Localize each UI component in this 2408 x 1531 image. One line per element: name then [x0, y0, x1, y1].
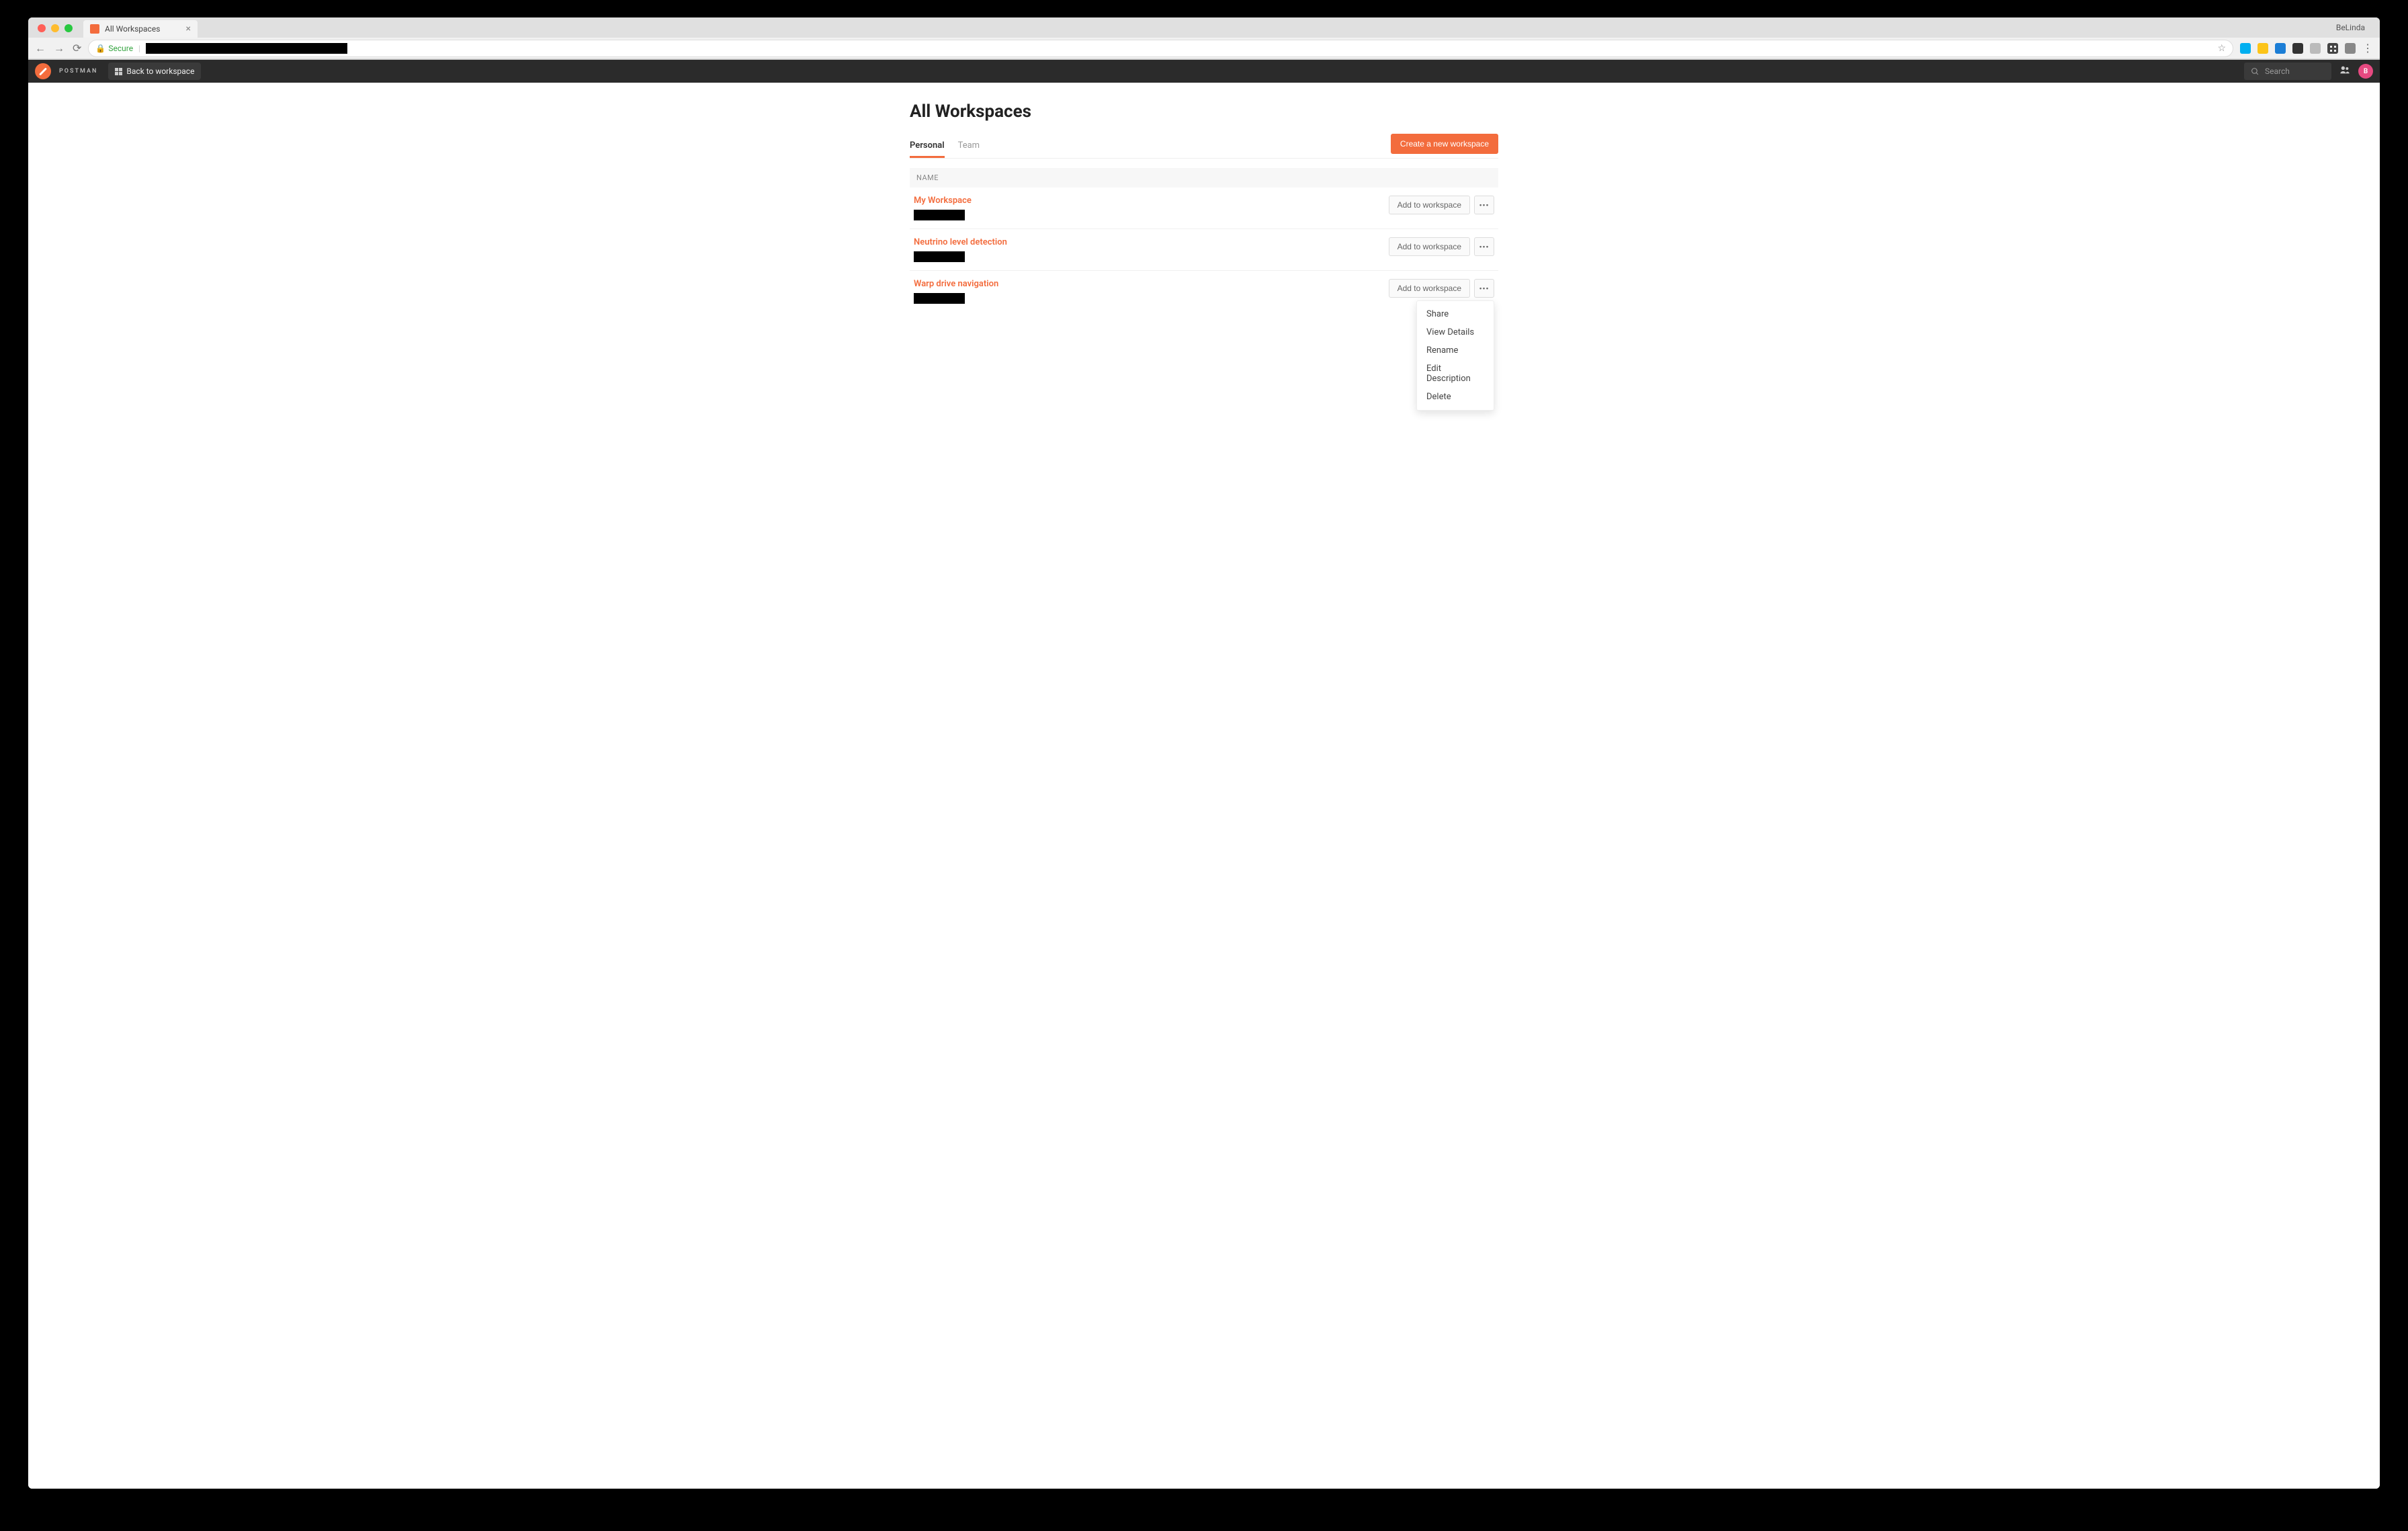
- row-actions: Add to workspace •••: [1389, 279, 1494, 298]
- page-title: All Workspaces: [910, 101, 1498, 122]
- redacted-text: [914, 293, 965, 304]
- search-placeholder: Search: [2265, 67, 2290, 76]
- yellow-extension-icon[interactable]: [2258, 43, 2268, 54]
- ellipsis-icon: •••: [1479, 201, 1490, 210]
- window-controls: [34, 19, 79, 36]
- bookmark-star-icon[interactable]: ☆: [2217, 43, 2226, 54]
- maximize-window-button[interactable]: [64, 24, 73, 32]
- add-to-workspace-button[interactable]: Add to workspace: [1389, 279, 1470, 298]
- workspace-name-link[interactable]: My Workspace: [914, 196, 1389, 206]
- workspace-info: Neutrino level detection: [914, 237, 1389, 262]
- ellipsis-icon: •••: [1479, 284, 1490, 293]
- redacted-text: [914, 251, 965, 262]
- ellipsis-icon: •••: [1479, 243, 1490, 251]
- lock-icon: 🔒: [95, 44, 105, 53]
- back-to-workspace-label: Back to workspace: [126, 67, 194, 76]
- dropdown-item-edit-description[interactable]: Edit Description: [1417, 360, 1494, 388]
- add-to-workspace-button[interactable]: Add to workspace: [1389, 196, 1470, 214]
- tab-strip: All Workspaces × BeLinda: [28, 17, 2380, 38]
- nav-buttons: ← → ⟳: [35, 42, 81, 55]
- search-icon: [2251, 67, 2260, 76]
- skype-extension-icon[interactable]: [2240, 43, 2251, 54]
- workspace-info: Warp drive navigation: [914, 279, 1389, 304]
- content-area: All Workspaces Personal Team Create a ne…: [28, 83, 2380, 1489]
- browser-tab[interactable]: All Workspaces ×: [83, 20, 198, 38]
- postman-logo-icon[interactable]: [35, 63, 51, 79]
- more-actions-button[interactable]: •••: [1474, 237, 1494, 256]
- extension-icons: ⋮: [2240, 42, 2373, 54]
- dropdown-item-view-details[interactable]: View Details: [1417, 323, 1494, 341]
- dropdown-item-share[interactable]: Share: [1417, 305, 1494, 323]
- row-actions: Add to workspace •••: [1389, 237, 1494, 256]
- close-window-button[interactable]: [38, 24, 46, 32]
- url-redacted: [146, 43, 347, 54]
- secure-indicator: 🔒 Secure: [95, 44, 133, 53]
- grid-icon: [115, 68, 122, 75]
- workspace-row: Neutrino level detection Add to workspac…: [910, 229, 1498, 271]
- workspace-name-link[interactable]: Warp drive navigation: [914, 279, 1389, 289]
- tabs: Personal Team: [910, 135, 980, 157]
- brand-text: POSTMAN: [59, 68, 97, 75]
- browser-menu-icon[interactable]: ⋮: [2362, 42, 2373, 54]
- create-workspace-button[interactable]: Create a new workspace: [1391, 134, 1498, 154]
- close-tab-button[interactable]: ×: [186, 24, 191, 34]
- tab-personal[interactable]: Personal: [910, 135, 945, 158]
- secure-label: Secure: [108, 44, 133, 53]
- tab-team[interactable]: Team: [958, 135, 980, 157]
- header-right: Search B: [2244, 63, 2373, 80]
- browser-tab-title: All Workspaces: [105, 24, 160, 34]
- back-to-workspace-button[interactable]: Back to workspace: [108, 63, 201, 80]
- row-actions: Add to workspace •••: [1389, 196, 1494, 214]
- address-bar[interactable]: 🔒 Secure | ☆: [88, 40, 2233, 57]
- add-to-workspace-button[interactable]: Add to workspace: [1389, 237, 1470, 256]
- reload-icon[interactable]: ⟳: [73, 42, 81, 55]
- workspace-row: My Workspace Add to workspace •••: [910, 188, 1498, 229]
- container: All Workspaces Personal Team Create a ne…: [910, 83, 1498, 312]
- workspace-name-link[interactable]: Neutrino level detection: [914, 237, 1389, 247]
- actions-dropdown: Share View Details Rename Edit Descripti…: [1416, 300, 1494, 411]
- shield-extension-icon[interactable]: [2292, 43, 2303, 54]
- avatar[interactable]: B: [2358, 64, 2373, 79]
- team-icon[interactable]: [2339, 65, 2350, 78]
- browser-window: All Workspaces × BeLinda ← → ⟳ 🔒 Secure …: [28, 17, 2380, 1489]
- forward-icon[interactable]: →: [54, 42, 64, 55]
- more-actions-button[interactable]: •••: [1474, 279, 1494, 298]
- minimize-window-button[interactable]: [51, 24, 59, 32]
- tabs-row: Personal Team Create a new workspace: [910, 134, 1498, 159]
- dropdown-item-delete[interactable]: Delete: [1417, 388, 1494, 406]
- browser-chrome: All Workspaces × BeLinda ← → ⟳ 🔒 Secure …: [28, 17, 2380, 60]
- search-input[interactable]: Search: [2244, 63, 2331, 80]
- qr-extension-icon[interactable]: [2327, 43, 2338, 54]
- more-actions-button[interactable]: •••: [1474, 196, 1494, 214]
- redacted-text: [914, 210, 965, 220]
- rect-extension-icon[interactable]: [2345, 43, 2356, 54]
- dropdown-item-rename[interactable]: Rename: [1417, 341, 1494, 360]
- gray-extension-icon[interactable]: [2310, 43, 2321, 54]
- browser-profile-name[interactable]: BeLinda: [2328, 23, 2373, 32]
- avatar-initial: B: [2364, 68, 2368, 75]
- blue-extension-icon[interactable]: [2275, 43, 2286, 54]
- favicon-icon: [90, 24, 99, 34]
- browser-toolbar: ← → ⟳ 🔒 Secure | ☆ ⋮: [28, 38, 2380, 59]
- workspace-row: Warp drive navigation Add to workspace •…: [910, 271, 1498, 312]
- back-icon[interactable]: ←: [35, 42, 46, 55]
- app-header: POSTMAN Back to workspace Search B: [28, 60, 2380, 83]
- table-header-name: NAME: [910, 168, 1498, 188]
- workspace-info: My Workspace: [914, 196, 1389, 220]
